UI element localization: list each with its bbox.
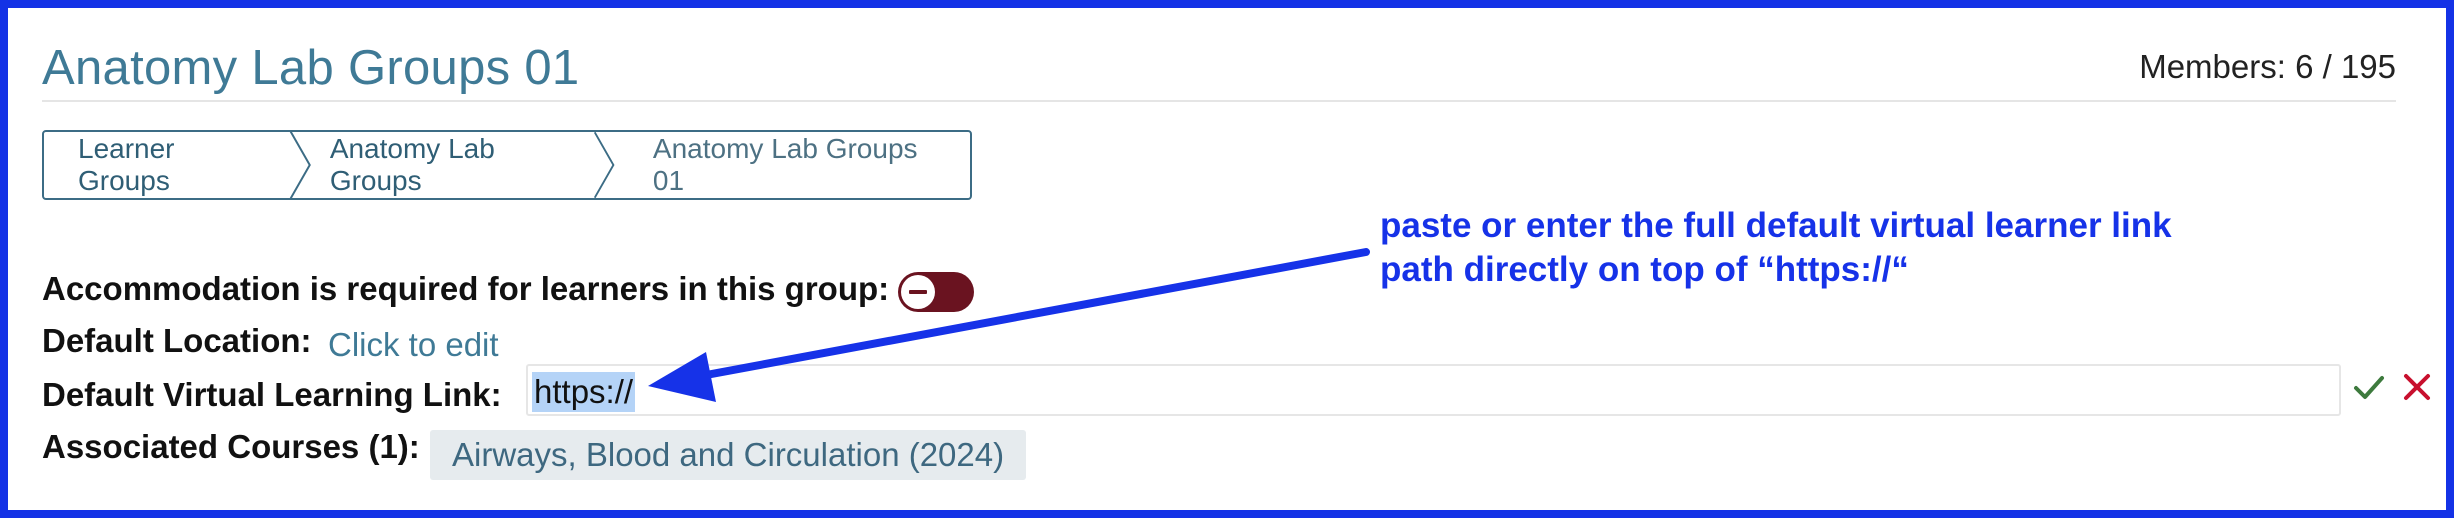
virtual-link-input[interactable]: https:// xyxy=(526,364,2341,416)
breadcrumb-item-anatomy-lab-groups[interactable]: Anatomy Lab Groups xyxy=(316,132,619,198)
checkmark-icon[interactable] xyxy=(2352,370,2386,404)
breadcrumb-label: Anatomy Lab Groups 01 xyxy=(652,133,918,196)
minus-icon xyxy=(901,275,935,309)
annotation-line: paste or enter the full default virtual … xyxy=(1380,206,2172,245)
breadcrumb-separator-icon xyxy=(289,132,312,198)
window-frame: Anatomy Lab Groups 01 Members: 6 / 195 L… xyxy=(0,0,2454,518)
close-icon[interactable] xyxy=(2400,370,2434,404)
accommodation-toggle[interactable] xyxy=(898,272,974,312)
breadcrumb-separator-icon xyxy=(593,132,615,198)
default-location-label: Default Location: xyxy=(42,322,312,359)
breadcrumb: Learner Groups Anatomy Lab Groups Anatom… xyxy=(42,130,972,200)
breadcrumb-label: Learner Groups xyxy=(78,133,175,196)
annotation-line: path directly on top of “https://“ xyxy=(1380,250,1909,289)
members-count: Members: 6 / 195 xyxy=(2139,48,2396,85)
virtual-link-label: Default Virtual Learning Link: xyxy=(42,376,502,413)
course-chip[interactable]: Airways, Blood and Circulation (2024) xyxy=(430,430,1027,480)
default-location-edit-link[interactable]: Click to edit xyxy=(328,326,499,364)
breadcrumb-item-current: Anatomy Lab Groups 01 xyxy=(619,132,970,198)
annotation-note: paste or enter the full default virtual … xyxy=(1380,204,2420,292)
associated-courses-label: Associated Courses (1): xyxy=(42,428,420,465)
accommodation-label: Accommodation is required for learners i… xyxy=(42,270,890,307)
page-title: Anatomy Lab Groups 01 xyxy=(42,41,580,95)
breadcrumb-label: Anatomy Lab Groups xyxy=(329,133,495,196)
breadcrumb-item-learner-groups[interactable]: Learner Groups xyxy=(44,132,316,198)
header-divider xyxy=(42,100,2396,102)
virtual-link-value: https:// xyxy=(532,372,636,412)
